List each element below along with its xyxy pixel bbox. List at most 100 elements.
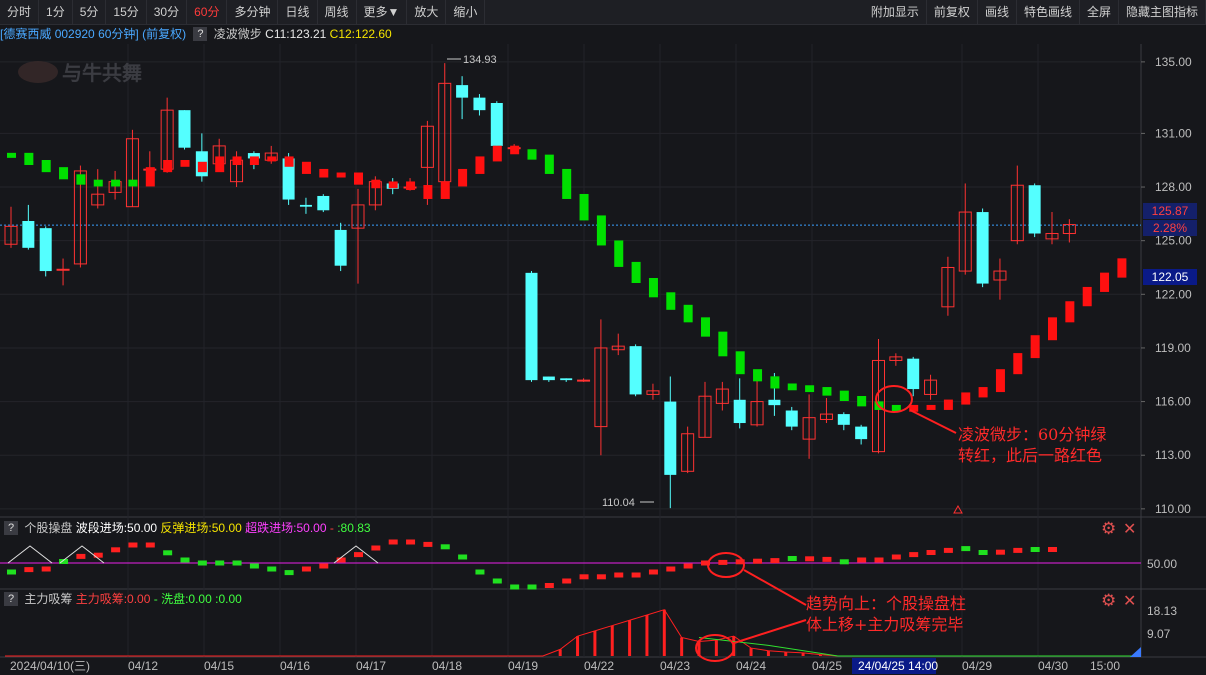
help-icon[interactable]: ?	[4, 521, 18, 535]
sub2-tick-label: 18.13	[1147, 604, 1177, 618]
lingbo-block	[510, 145, 520, 155]
candle-body	[837, 414, 850, 425]
price-tick-label: 131.00	[1155, 126, 1192, 140]
sub1-block	[163, 550, 173, 556]
sub1-block	[232, 560, 242, 566]
sub1-block	[666, 566, 676, 572]
sub1-block	[718, 559, 728, 565]
sub1-close-icon[interactable]: ✕	[1123, 519, 1136, 539]
candle-body	[855, 426, 868, 440]
lingbo-block	[128, 179, 138, 187]
candle-body	[629, 346, 642, 395]
annotation-arrow	[909, 409, 957, 434]
lingbo-block	[111, 179, 121, 187]
candle-body	[299, 204, 312, 207]
sub1-block	[891, 554, 901, 560]
sub2-settings-gear-icon[interactable]: ⚙	[1101, 591, 1116, 611]
sub2-absorb: 主力吸筹:0.00	[75, 592, 151, 606]
indicator-name: 凌波微步	[213, 27, 262, 41]
annotation-lingbo: 凌波微步：60分钟绿 转红，此后一路红色	[958, 424, 1106, 466]
last-price-tag: 125.87	[1143, 203, 1197, 219]
sub2-name: 主力吸筹	[24, 592, 73, 606]
price-tick-label: 128.00	[1155, 180, 1192, 194]
lingbo-block	[232, 156, 242, 165]
sub1-block	[596, 574, 606, 580]
candle-body	[785, 410, 798, 427]
date-tick-label: 04/24	[736, 659, 766, 673]
lingbo-block	[76, 174, 86, 185]
sub1-block	[839, 559, 849, 565]
lingbo-block	[805, 385, 815, 393]
c11-value: C11:123.21	[265, 27, 327, 41]
kline-chart[interactable]: 与牛共舞 134.93 110.04 50.00 18.13 9.07 135.00…	[0, 0, 1206, 675]
price-tick-label: 135.00	[1155, 55, 1192, 69]
sub1-block	[319, 563, 329, 569]
sub1-block	[475, 569, 485, 575]
sub1-block	[406, 539, 416, 545]
stock-code: 002920	[54, 27, 95, 41]
date-tick-label: 2024/04/10(三)	[10, 659, 90, 673]
lingbo-block	[163, 160, 173, 173]
sub1-block	[510, 584, 520, 590]
help-icon[interactable]: ?	[4, 592, 18, 606]
date-tick-label: 04/15	[204, 659, 234, 673]
sub1-block	[683, 563, 693, 569]
sub1-block	[301, 566, 311, 572]
sub1-block	[41, 566, 51, 572]
lingbo-block	[301, 161, 311, 174]
help-icon[interactable]: ?	[193, 27, 208, 41]
candle-body	[976, 212, 989, 284]
scroll-corner-icon	[1130, 647, 1141, 657]
sub1-block	[562, 578, 572, 584]
sub1-block	[857, 557, 867, 563]
lingbo-block	[787, 383, 797, 391]
lingbo-block	[319, 168, 329, 178]
annotation-arrow	[733, 619, 807, 644]
sub1-block	[926, 550, 936, 555]
date-tick-label: 04/23	[660, 659, 690, 673]
lingbo-block	[1082, 286, 1092, 307]
crosshair-date-label: 24/04/25 14:00	[858, 659, 938, 673]
lingbo-block	[995, 369, 1005, 393]
sub1-block	[995, 549, 1005, 555]
signal-triangle-icon	[953, 504, 963, 514]
date-tick-label: 04/29	[962, 659, 992, 673]
lingbo-block	[215, 156, 225, 173]
sub1-block	[822, 556, 832, 562]
lingbo-block	[458, 168, 468, 187]
sub1-block	[909, 552, 919, 558]
candle-body	[317, 195, 330, 211]
lingbo-block	[284, 156, 294, 167]
lingbo-block	[388, 181, 398, 189]
stock-period: 60分钟]	[98, 27, 139, 41]
sub1-block	[943, 547, 953, 553]
sub1-oversold: 超跌进场:50.00	[245, 521, 327, 535]
lingbo-block	[527, 149, 537, 160]
watermark-text: 与牛共舞	[62, 61, 142, 85]
sub1-settings-gear-icon[interactable]: ⚙	[1101, 519, 1116, 539]
sub1-block	[614, 572, 624, 578]
lingbo-block	[145, 167, 155, 187]
price-tick-label: 122.00	[1155, 287, 1192, 301]
lingbo-block	[354, 172, 363, 185]
sub1-block	[354, 552, 363, 558]
sub1-block	[111, 547, 121, 553]
lingbo-block	[857, 396, 867, 407]
lingbo-block	[7, 152, 16, 158]
date-tick-label: 04/22	[584, 659, 614, 673]
candle-body	[334, 229, 347, 266]
lingbo-block	[440, 181, 450, 199]
highlight-circle	[707, 552, 745, 578]
lingbo-block	[926, 404, 936, 410]
lingbo-block	[631, 261, 641, 283]
sub1-block	[267, 566, 277, 572]
change-pct-tag: 2.28%	[1143, 220, 1197, 236]
sub2-close-icon[interactable]: ✕	[1123, 591, 1136, 611]
lingbo-block	[1100, 272, 1110, 292]
lingbo-block	[1065, 301, 1075, 323]
candle-body	[525, 272, 538, 381]
high-price-label: 134.93	[463, 54, 497, 66]
lingbo-block	[562, 168, 572, 199]
sub1-block	[1030, 547, 1040, 552]
sub1-block	[93, 552, 103, 558]
